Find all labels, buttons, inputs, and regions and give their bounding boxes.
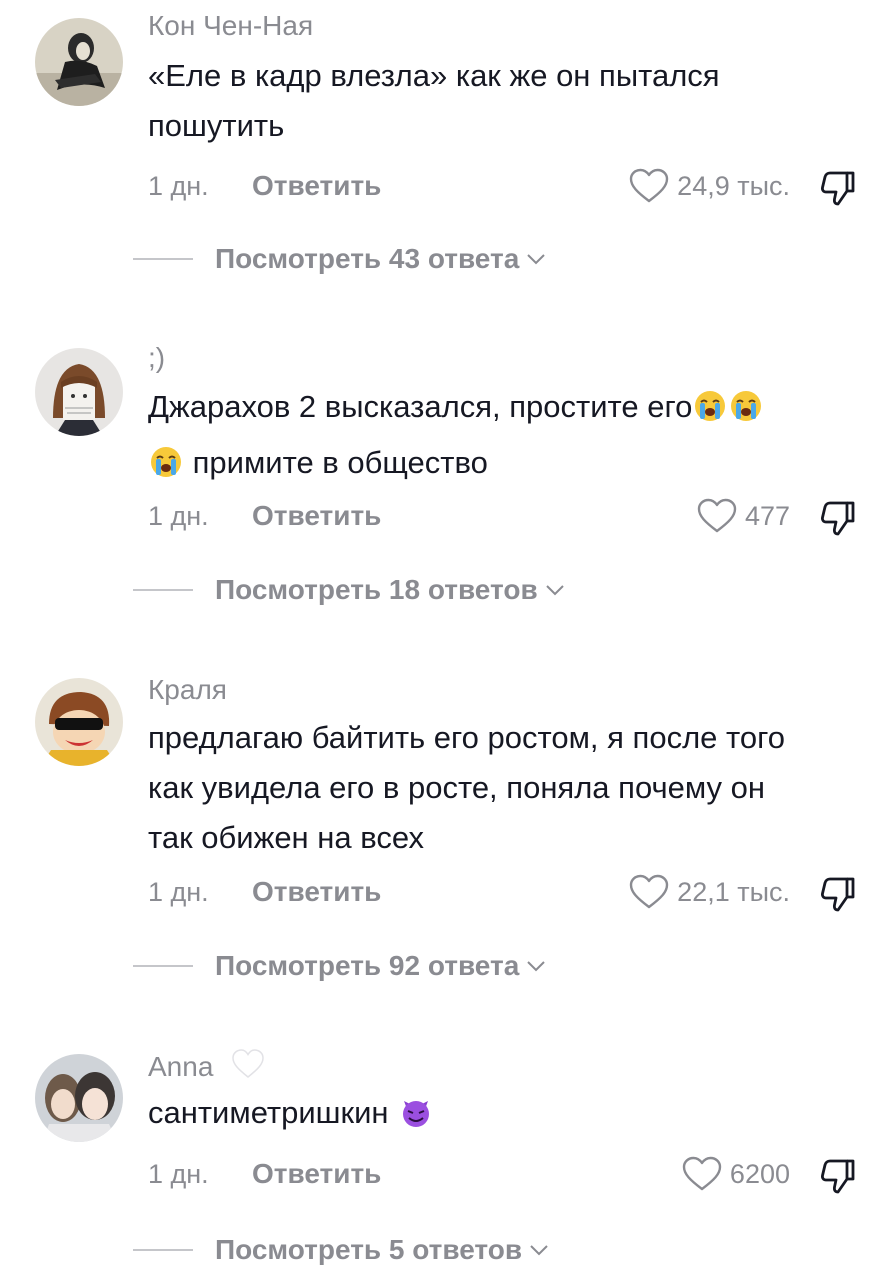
thumbs-down-icon[interactable]	[818, 498, 858, 538]
comment-item: ;) Джарахов 2 высказался, простите его п…	[0, 330, 887, 630]
view-replies-button[interactable]: Посмотреть 18 ответов	[133, 572, 566, 608]
heart-outline-icon	[629, 168, 669, 203]
comment-item: Краля предлагаю байтить его ростом, я по…	[0, 660, 887, 990]
comment-meta: 1 дн. Ответить 477	[148, 496, 858, 536]
comment-text-line: «Еле в кадр влезла» как же он пытался	[148, 58, 720, 93]
like-button[interactable]: 22,1 тыс.	[629, 872, 790, 912]
chevron-down-icon	[545, 585, 564, 596]
avatar[interactable]	[35, 348, 123, 436]
comment-date: 1 дн.	[148, 1159, 209, 1189]
comment-username[interactable]: Краля	[148, 674, 227, 706]
heart-outline-icon	[682, 1156, 722, 1191]
divider-line	[133, 258, 193, 260]
like-count: 6200	[729, 1159, 790, 1189]
comment-meta: 1 дн. Ответить 22,1 тыс.	[148, 872, 858, 912]
comment-date: 1 дн.	[148, 877, 209, 907]
thumbs-down-icon[interactable]	[818, 168, 858, 208]
comment-text-line: Джарахов 2 высказался, простите его	[148, 389, 693, 424]
comment-username[interactable]: Кон Чен-Ная	[148, 10, 313, 42]
avatar[interactable]	[35, 1054, 123, 1142]
comment-meta: 1 дн. Ответить 24,9 тыс.	[148, 166, 858, 206]
comment-text-line: как увидела его в росте, поняла почему о…	[148, 770, 766, 805]
view-replies-button[interactable]: Посмотреть 5 ответов	[133, 1232, 550, 1268]
view-replies-button[interactable]: Посмотреть 92 ответа	[133, 948, 547, 984]
like-button[interactable]: 477	[697, 496, 790, 536]
view-replies-label: Посмотреть 5 ответов	[215, 1234, 523, 1265]
loudly-crying-face-icon	[729, 388, 763, 438]
view-replies-button[interactable]: Посмотреть 43 ответа	[133, 241, 547, 277]
comment-text-line: сантиметришкин	[148, 1095, 389, 1130]
avatar[interactable]	[35, 18, 123, 106]
comment-username[interactable]: ;)	[148, 342, 165, 374]
like-count: 24,9 тыс.	[677, 171, 790, 201]
heart-outline-icon	[629, 874, 669, 909]
comment-username[interactable]: Anna	[148, 1048, 265, 1083]
reply-button[interactable]: Ответить	[252, 872, 381, 912]
reply-button[interactable]: Ответить	[252, 166, 381, 206]
view-replies-label: Посмотреть 92 ответа	[215, 950, 520, 981]
chevron-down-icon	[530, 1245, 548, 1256]
comment-text: «Еле в кадр влезла» как же он пытался по…	[148, 51, 858, 151]
white-heart-icon	[232, 1049, 264, 1078]
comment-meta: 1 дн. Ответить 6200	[148, 1154, 858, 1194]
comment-username-text: Anna	[148, 1051, 214, 1082]
smiling-face-with-horns-icon	[398, 1093, 434, 1144]
avatar[interactable]	[35, 678, 123, 766]
loudly-crying-face-icon	[149, 444, 183, 494]
comment-text: предлагаю байтить его ростом, я после то…	[148, 713, 858, 863]
comment-text-line: пошутить	[148, 108, 285, 143]
view-replies-label: Посмотреть 18 ответов	[215, 574, 538, 605]
divider-line	[133, 589, 193, 591]
comment-date: 1 дн.	[148, 501, 209, 531]
like-count: 22,1 тыс.	[677, 877, 790, 907]
divider-line	[133, 1249, 193, 1251]
divider-line	[133, 965, 193, 967]
comment-text: Джарахов 2 высказался, простите его прим…	[148, 382, 858, 494]
thumbs-down-icon[interactable]	[818, 874, 858, 914]
heart-outline-icon	[697, 498, 737, 533]
reply-button[interactable]: Ответить	[252, 1154, 381, 1194]
chevron-down-icon	[527, 254, 545, 265]
like-count: 477	[744, 501, 790, 531]
comment-text-line: предлагаю байтить его ростом, я после то…	[148, 720, 785, 755]
view-replies-label: Посмотреть 43 ответа	[215, 243, 520, 274]
like-button[interactable]: 6200	[682, 1154, 790, 1194]
reply-button[interactable]: Ответить	[252, 496, 381, 536]
loudly-crying-face-icon	[693, 388, 727, 438]
comment-text-line: так обижен на всех	[148, 820, 424, 855]
comment-text-line: примите в общество	[192, 445, 488, 480]
comment-date: 1 дн.	[148, 171, 209, 201]
comment-text: сантиметришкин	[148, 1088, 858, 1144]
chevron-down-icon	[527, 961, 545, 972]
like-button[interactable]: 24,9 тыс.	[629, 166, 790, 206]
comment-item: Anna сантиметришкин 1 дн. Ответить 6200 …	[0, 1036, 887, 1280]
thumbs-down-icon[interactable]	[818, 1156, 858, 1196]
comment-item: Кон Чен-Ная «Еле в кадр влезла» как же о…	[0, 0, 887, 290]
